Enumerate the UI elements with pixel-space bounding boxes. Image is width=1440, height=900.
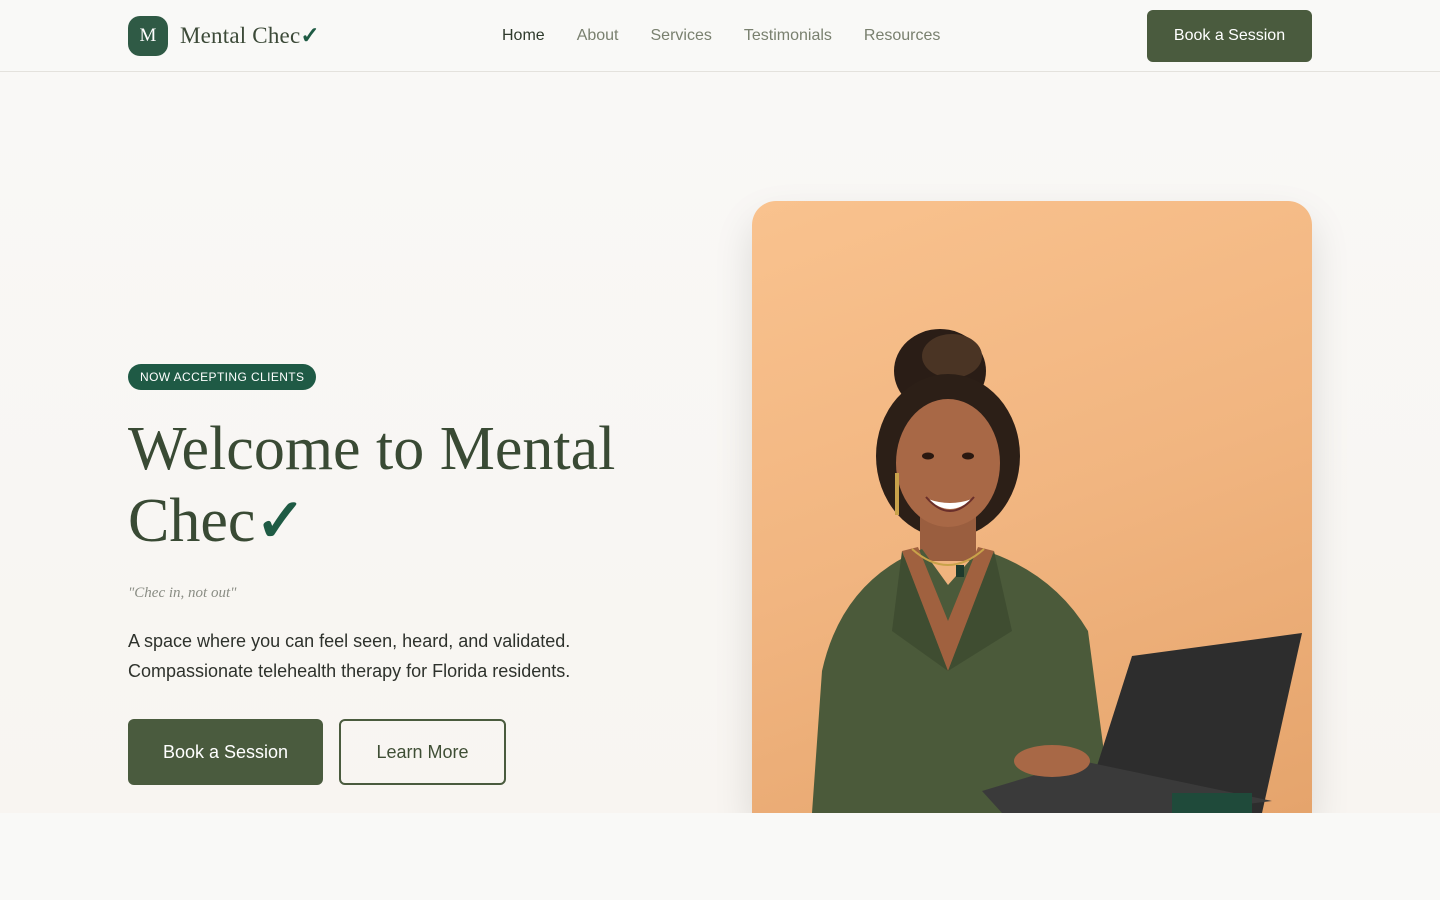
hero-learn-more-button[interactable]: Learn More xyxy=(339,719,506,785)
therapist-photo xyxy=(752,201,1312,813)
nav-item-services[interactable]: Services xyxy=(651,25,712,47)
hero-checkmark-icon: ✓ xyxy=(255,488,306,554)
hero-book-session-button[interactable]: Book a Session xyxy=(128,719,323,785)
site-header: M Mental Chec✓ Home About Services Testi… xyxy=(0,0,1440,72)
brand-name: Mental Chec✓ xyxy=(180,23,320,49)
nav-item-about[interactable]: About xyxy=(577,25,619,47)
next-section-band xyxy=(0,813,1440,900)
hero-section: NOW ACCEPTING CLIENTS Welcome to Mental … xyxy=(0,73,1440,813)
hero-title: Welcome to Mental Chec✓ xyxy=(128,413,648,557)
hero-title-line1: Welcome to Mental xyxy=(128,415,616,483)
accepting-clients-badge: NOW ACCEPTING CLIENTS xyxy=(128,364,317,390)
nav-item-resources[interactable]: Resources xyxy=(864,25,940,47)
nav-item-home[interactable]: Home xyxy=(502,25,545,47)
checkmark-icon: ✓ xyxy=(300,23,320,48)
brand-mark-icon: M xyxy=(128,16,168,56)
brand-logo[interactable]: M Mental Chec✓ xyxy=(128,16,320,56)
hero-description: A space where you can feel seen, heard, … xyxy=(128,631,571,681)
hero-title-line2: Chec xyxy=(128,487,256,555)
hero-tagline: "Chec in, not out" xyxy=(128,585,237,601)
header-book-session-button[interactable]: Book a Session xyxy=(1147,10,1312,62)
main-nav: Home About Services Testimonials Resourc… xyxy=(502,25,940,47)
nav-item-testimonials[interactable]: Testimonials xyxy=(744,25,832,47)
therapist-illustration xyxy=(812,329,1302,813)
brand-name-text: Mental Chec xyxy=(180,23,301,48)
